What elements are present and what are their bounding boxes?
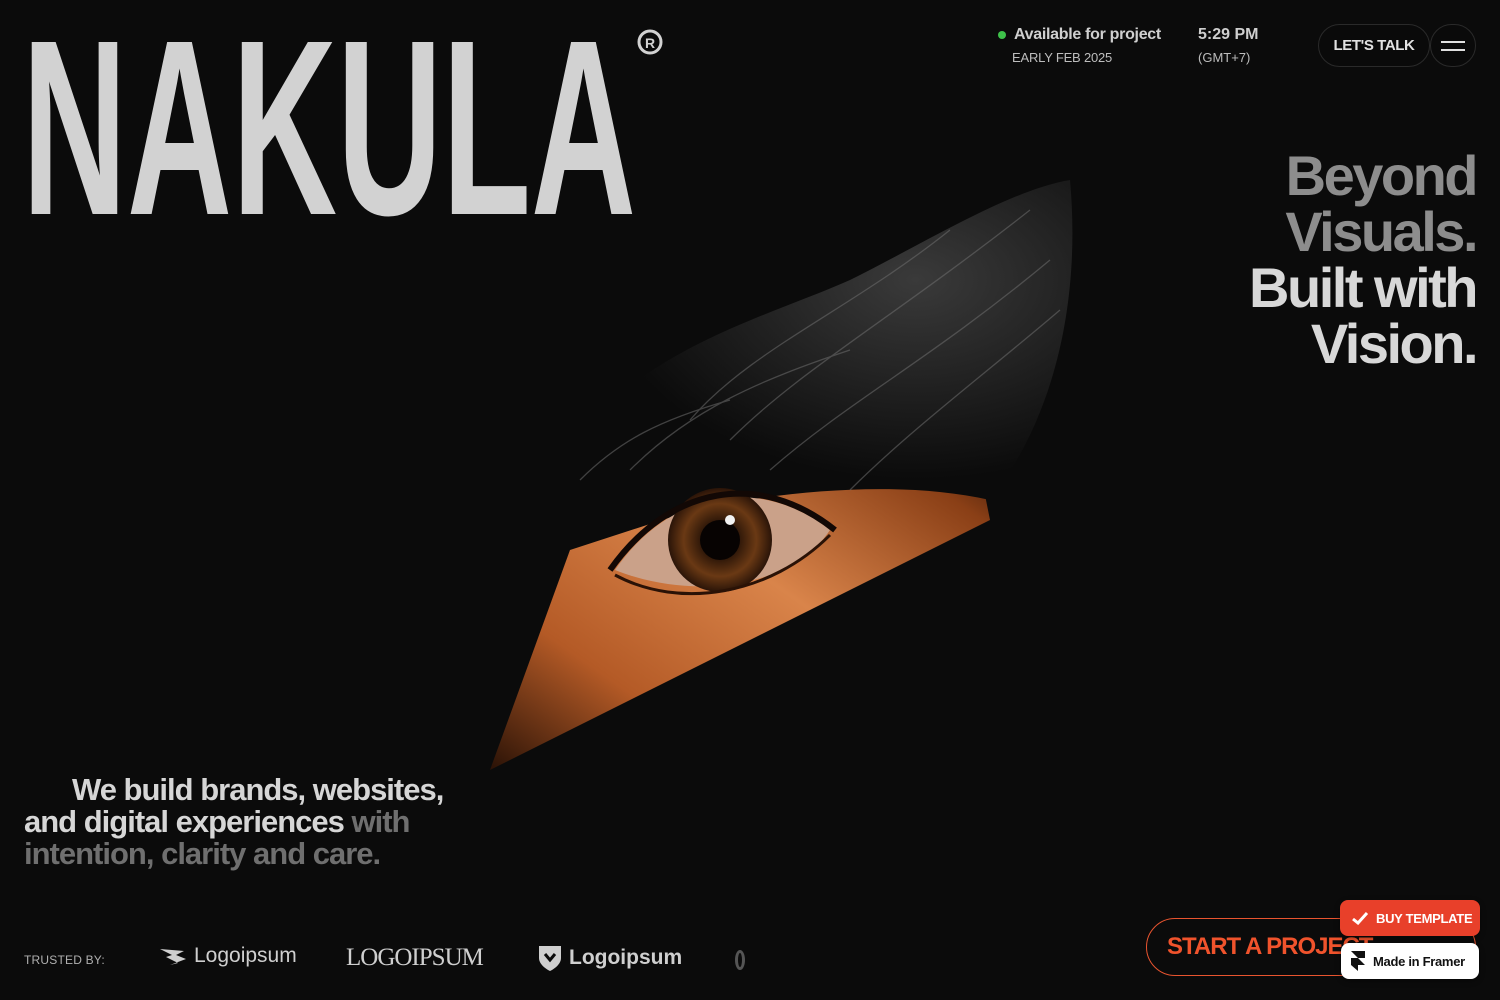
availability-date: EARLY FEB 2025 — [1012, 50, 1113, 65]
hamburger-icon — [1441, 40, 1465, 43]
client-logo-3-text: Logoipsum — [569, 946, 683, 969]
clock-time: 5:29 PM — [1198, 26, 1259, 43]
hero-eye-image — [430, 170, 1090, 810]
hero-tagline: Beyond Visuals. Built with Vision. — [1249, 144, 1479, 375]
circle-logo-icon — [735, 950, 745, 970]
status-dot-icon — [998, 31, 1006, 39]
framer-logo-icon — [1351, 951, 1365, 971]
buy-template-button[interactable]: BUY TEMPLATE — [1340, 900, 1480, 936]
lets-talk-button[interactable]: LET'S TALK — [1318, 24, 1430, 67]
tagline-line-2: Visuals. — [1285, 200, 1478, 263]
hero-eye-illustration — [490, 180, 1073, 770]
client-logo-3: Logoipsum — [537, 944, 682, 972]
svg-text:R: R — [645, 35, 655, 51]
bird-logo-icon — [160, 949, 186, 965]
clock-timezone: (GMT+7) — [1198, 50, 1251, 65]
tagline-line-3: Built with — [1249, 256, 1478, 319]
intro-lead-2: and digital experiences — [24, 804, 345, 839]
trusted-by-label: TRUSTED BY: — [24, 953, 105, 967]
tagline-line-1: Beyond — [1285, 144, 1479, 207]
made-in-framer-badge[interactable]: Made in Framer — [1341, 943, 1479, 979]
client-logo-4-partial — [735, 950, 745, 970]
availability-text: Available for project — [1014, 26, 1161, 43]
local-clock: 5:29 PM (GMT+7) — [1198, 26, 1258, 65]
client-logo-1-text: Logoipsum — [194, 944, 297, 967]
intro-statement: We build brands, websites, and digital e… — [24, 774, 464, 870]
client-logo-2: LOGOIPSUM — [346, 944, 484, 972]
buy-template-label: BUY TEMPLATE — [1376, 910, 1473, 926]
client-logo-2-text: LOGOIPSUM — [346, 944, 484, 971]
availability-status: Available for project EARLY FEB 2025 — [998, 26, 1161, 65]
tagline-line-4: Vision. — [1310, 312, 1479, 375]
client-logo-1: Logoipsum — [158, 944, 297, 968]
menu-button[interactable] — [1430, 24, 1476, 67]
shield-logo-icon — [539, 946, 561, 971]
check-logo-icon — [1352, 911, 1368, 925]
made-in-framer-label: Made in Framer — [1373, 953, 1465, 969]
intro-lead-1: We build brands, websites, — [72, 772, 444, 807]
